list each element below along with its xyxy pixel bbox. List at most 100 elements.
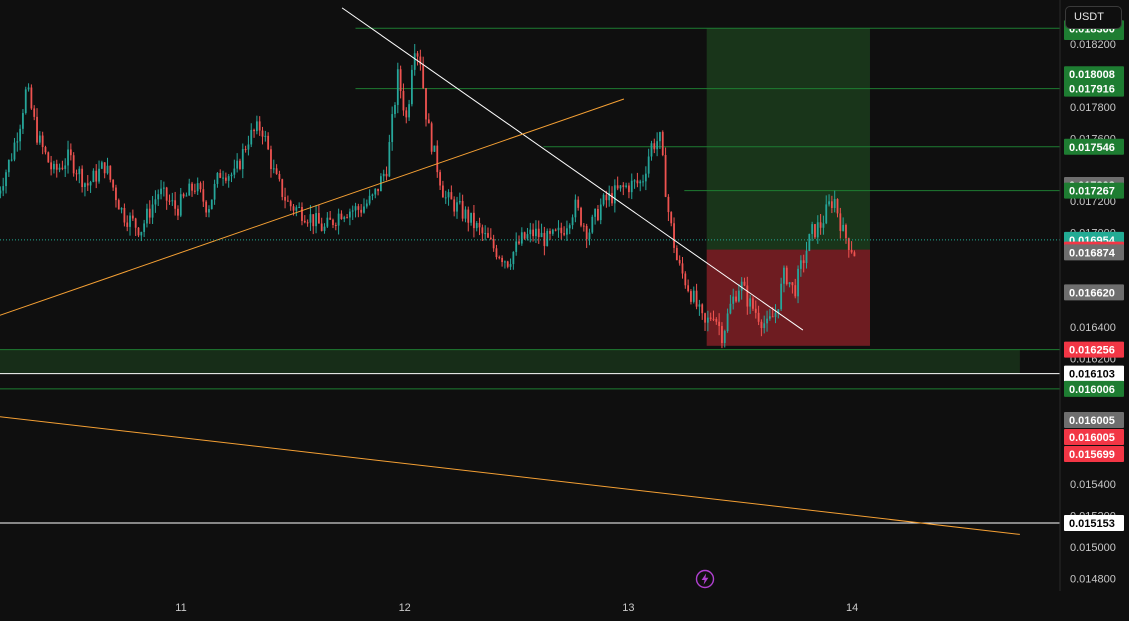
candle-body — [332, 219, 334, 225]
price-badge-label: 0.015699 — [1069, 449, 1115, 461]
currency-button[interactable]: USDT — [1065, 6, 1122, 29]
candle-body — [442, 185, 444, 198]
candle-body — [563, 233, 566, 235]
price-badge: 0.016620 — [1064, 284, 1124, 301]
candle — [30, 84, 33, 110]
candle-body — [250, 129, 253, 145]
price-badge: 0.017916 — [1064, 80, 1124, 97]
candle-body — [112, 179, 115, 188]
time-tick-label: 11 — [175, 602, 186, 614]
candle-body — [439, 172, 441, 186]
candle-body — [633, 180, 636, 182]
candle — [47, 151, 50, 163]
candle-body — [701, 304, 704, 314]
candle-body — [323, 226, 326, 231]
candle-body — [450, 192, 453, 200]
candle-body — [785, 267, 788, 285]
lightning-replay-icon[interactable] — [695, 569, 715, 589]
candle-body — [515, 241, 518, 252]
candle-body — [146, 208, 148, 224]
price-badge: 0.016103 — [1064, 365, 1124, 382]
candle-body — [267, 135, 270, 150]
candle-body — [529, 229, 532, 235]
candle-body — [673, 223, 675, 248]
candle-body — [123, 208, 126, 223]
candle-body — [61, 167, 64, 169]
candle-body — [842, 224, 845, 231]
candle-body — [191, 183, 193, 191]
price-badge-label: 0.016256 — [1069, 345, 1115, 357]
price-badge: 0.016006 — [1064, 380, 1124, 397]
candle-body — [343, 217, 346, 220]
candle-body — [613, 185, 616, 204]
candle-body — [346, 217, 348, 219]
candle-body — [585, 226, 588, 240]
candle-body — [69, 149, 72, 156]
candle-body — [258, 121, 261, 131]
candle-body — [723, 331, 726, 344]
candle — [411, 64, 413, 107]
candle-body — [174, 200, 177, 209]
candle-body — [481, 227, 484, 234]
candle-body — [272, 168, 275, 170]
candle-body — [611, 193, 613, 204]
candle-body — [84, 183, 86, 187]
candle-body — [22, 113, 24, 129]
price-badge: 0.015699 — [1064, 446, 1124, 462]
candle-body — [137, 227, 140, 236]
candle — [591, 214, 594, 234]
candle-body — [523, 232, 526, 239]
candle — [785, 265, 788, 286]
candle-body — [591, 216, 594, 233]
candle-body — [306, 222, 309, 224]
candle-body — [726, 313, 729, 332]
candle-body — [487, 233, 489, 238]
candle-body — [802, 260, 805, 264]
candle-body — [317, 213, 320, 224]
candle-body — [706, 317, 709, 323]
candle-body — [19, 128, 22, 142]
candle-body — [179, 194, 182, 216]
candle-body — [540, 232, 543, 238]
candle — [661, 130, 664, 157]
candle-body — [100, 162, 103, 169]
candle-body — [571, 217, 574, 226]
candle-body — [532, 229, 535, 237]
candle-body — [690, 291, 692, 302]
candle-body — [630, 180, 633, 193]
candle-body — [213, 183, 216, 200]
candle-body — [219, 173, 222, 178]
candle-body — [819, 222, 822, 228]
candle-body — [360, 209, 363, 213]
candle-body — [171, 200, 174, 202]
candle-body — [2, 186, 5, 191]
candle-body — [7, 159, 10, 173]
candle-body — [98, 168, 100, 182]
candle-body — [597, 209, 599, 221]
price-badge: 0.016005 — [1064, 412, 1124, 428]
candle-body — [444, 197, 447, 199]
candle-body — [216, 173, 219, 184]
candle-body — [126, 222, 129, 227]
candle-body — [239, 160, 241, 170]
candle-body — [791, 282, 794, 286]
candle-body — [458, 201, 461, 203]
candle-body — [537, 228, 540, 238]
candle-body — [38, 135, 41, 143]
candle-body — [281, 179, 284, 197]
candle-body — [89, 182, 92, 186]
candle-body — [636, 180, 639, 184]
candle-body — [382, 173, 385, 177]
candle-body — [289, 201, 292, 207]
candle-body — [735, 296, 737, 302]
candle-body — [681, 263, 684, 274]
price-chart[interactable]: 0.0182000.0178000.0176000.0172000.017000… — [0, 0, 1129, 621]
candle-body — [320, 223, 323, 231]
candle-body — [670, 212, 673, 224]
candle-body — [371, 194, 374, 196]
candle-body — [754, 308, 757, 313]
time-tick-label: 12 — [399, 602, 411, 614]
candle-body — [86, 183, 89, 186]
candle-body — [616, 185, 619, 189]
candle-body — [797, 268, 799, 297]
